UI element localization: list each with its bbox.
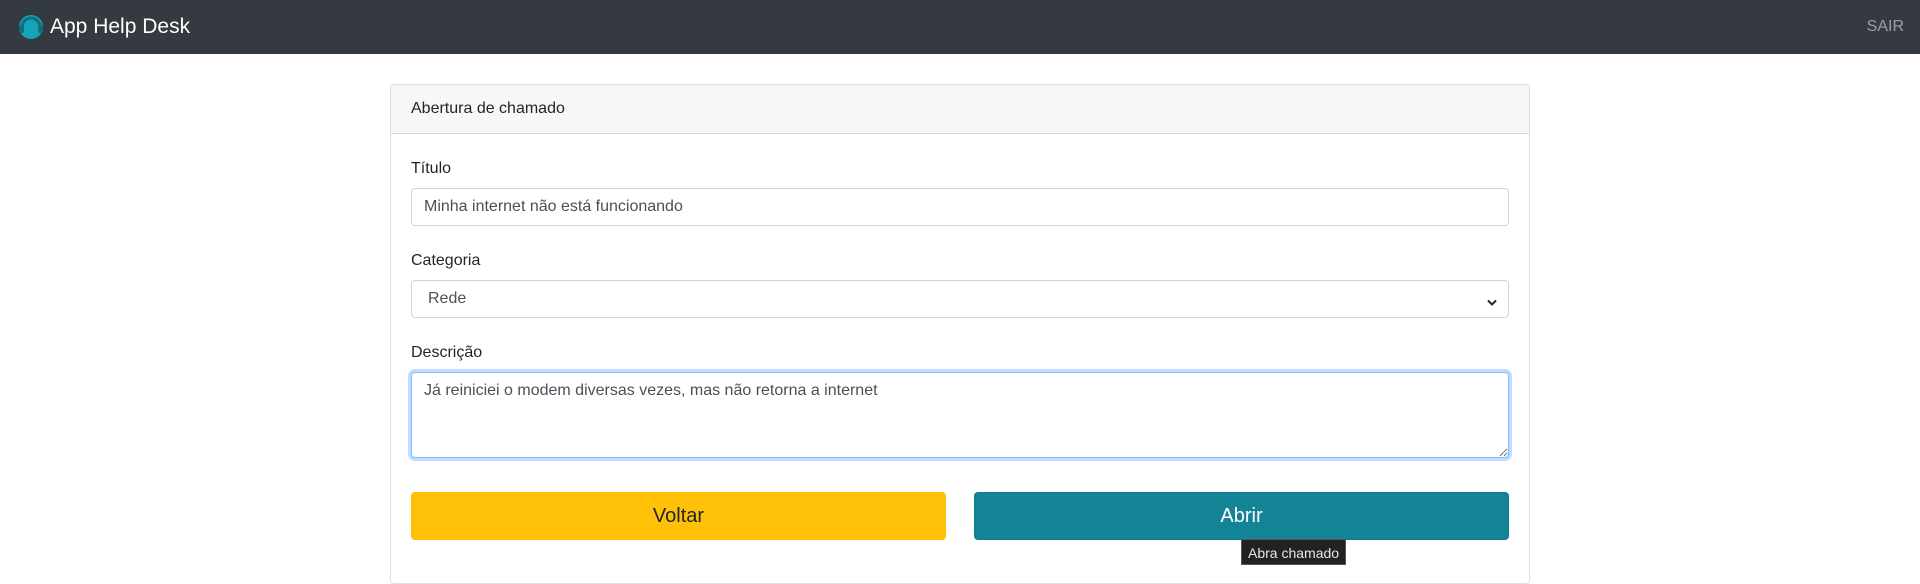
ticket-card: Abertura de chamado Título Categoria Red… — [390, 84, 1530, 584]
back-button[interactable]: Voltar — [411, 492, 946, 540]
chevron-down-icon — [1487, 298, 1497, 308]
button-row: Voltar Abrir — [411, 492, 1509, 540]
category-select[interactable]: Rede — [411, 280, 1509, 318]
brand-text: App Help Desk — [50, 15, 191, 38]
category-label: Categoria — [411, 252, 481, 269]
title-label: Título — [411, 160, 452, 177]
open-button-tooltip: Abra chamado — [1241, 539, 1347, 565]
open-ticket-button[interactable]: Abrir — [974, 492, 1509, 540]
card-body: Título Categoria Rede Descrição Já reini… — [391, 134, 1529, 502]
description-textarea[interactable]: Já reiniciei o modem diversas vezes, mas… — [411, 372, 1509, 458]
title-group: Título — [411, 158, 1509, 226]
description-label: Descrição — [411, 344, 483, 361]
card-header: Abertura de chamado — [391, 85, 1529, 134]
brand-link[interactable]: App Help Desk — [16, 12, 190, 42]
category-select-wrap: Rede — [411, 280, 1509, 318]
category-group: Categoria Rede — [411, 250, 1509, 318]
logout-link[interactable]: SAIR — [1867, 0, 1904, 54]
navbar: App Help Desk SAIR — [0, 0, 1920, 54]
headset-icon — [16, 12, 46, 42]
category-selected-value: Rede — [428, 290, 467, 307]
title-input[interactable] — [411, 188, 1509, 226]
description-group: Descrição Já reiniciei o modem diversas … — [411, 342, 1509, 458]
